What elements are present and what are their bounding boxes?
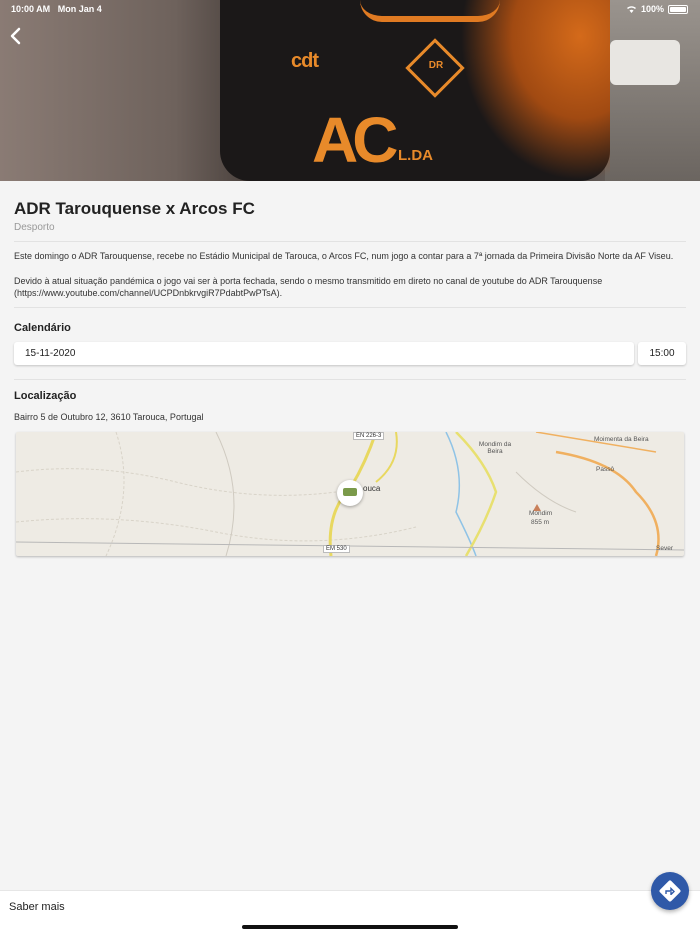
status-right: 100% — [626, 4, 688, 14]
jersey-lda: L.DA — [398, 147, 433, 164]
map-location-marker[interactable] — [337, 480, 363, 506]
battery-icon — [668, 4, 688, 14]
map-road-label: EN 226-3 — [353, 432, 385, 440]
jersey-highlight — [460, 0, 610, 181]
event-time[interactable]: 15:00 — [638, 342, 686, 365]
saber-mais-link[interactable]: Saber mais — [9, 901, 65, 913]
event-hero-image: cdt DR AC L.DA 10:00 AM Mon Jan 4 100% — [0, 0, 700, 181]
divider — [14, 241, 686, 242]
map-town-label: ouca — [363, 484, 381, 493]
bottom-bar: Saber mais — [0, 890, 700, 934]
jersey-letters: AC — [312, 104, 398, 176]
map-peak-altitude: 855 m — [531, 519, 550, 526]
status-bar: 10:00 AM Mon Jan 4 100% — [0, 0, 700, 18]
home-indicator — [242, 925, 458, 929]
divider — [14, 379, 686, 380]
arrow-right-icon — [665, 887, 675, 895]
event-category: Desporto — [14, 222, 55, 233]
calendar-title: Calendário — [14, 322, 71, 334]
background-bench — [610, 40, 680, 85]
location-map[interactable]: EN 226-3 EM 530 Mondim da Beira Moimenta… — [16, 432, 684, 556]
description-paragraph: Devido à atual situação pandémica o jogo… — [14, 276, 603, 298]
club-crest-text: DR — [428, 60, 444, 71]
location-title: Localização — [14, 390, 77, 402]
map-road-label: EM 530 — [323, 545, 350, 553]
status-date: Mon Jan 4 — [57, 4, 102, 14]
map-peak-label: Mondim — [529, 510, 553, 517]
map-town-label: Passô — [596, 466, 615, 473]
chevron-left-icon — [10, 27, 21, 45]
map-town-label: Mondim da Beira — [478, 441, 512, 455]
sponsor-logo: cdt — [291, 50, 319, 72]
location-address: Bairro 5 de Outubro 12, 3610 Tarouca, Po… — [14, 412, 204, 422]
event-title: ADR Tarouquense x Arcos FC — [14, 199, 255, 218]
directions-button[interactable] — [651, 872, 689, 910]
map-town-label: Moimenta da Beira — [594, 436, 649, 443]
divider — [14, 307, 686, 308]
status-clock: 10:00 AM — [11, 4, 51, 14]
back-button[interactable] — [8, 26, 32, 50]
event-date[interactable]: 15-11-2020 — [14, 342, 634, 365]
battery-percentage: 100% — [640, 4, 664, 14]
event-details: ADR Tarouquense x Arcos FC Desporto Este… — [14, 181, 686, 556]
background-wall — [605, 0, 700, 181]
description-paragraph: Este domingo o ADR Tarouquense, recebe n… — [14, 251, 674, 261]
wifi-icon — [626, 6, 636, 13]
event-description: Este domingo o ADR Tarouquense, recebe n… — [14, 250, 686, 299]
status-time: 10:00 AM Mon Jan 4 — [11, 4, 102, 14]
calendar-row: 15-11-2020 15:00 — [14, 342, 686, 365]
map-town-label: Sever — [656, 545, 673, 552]
